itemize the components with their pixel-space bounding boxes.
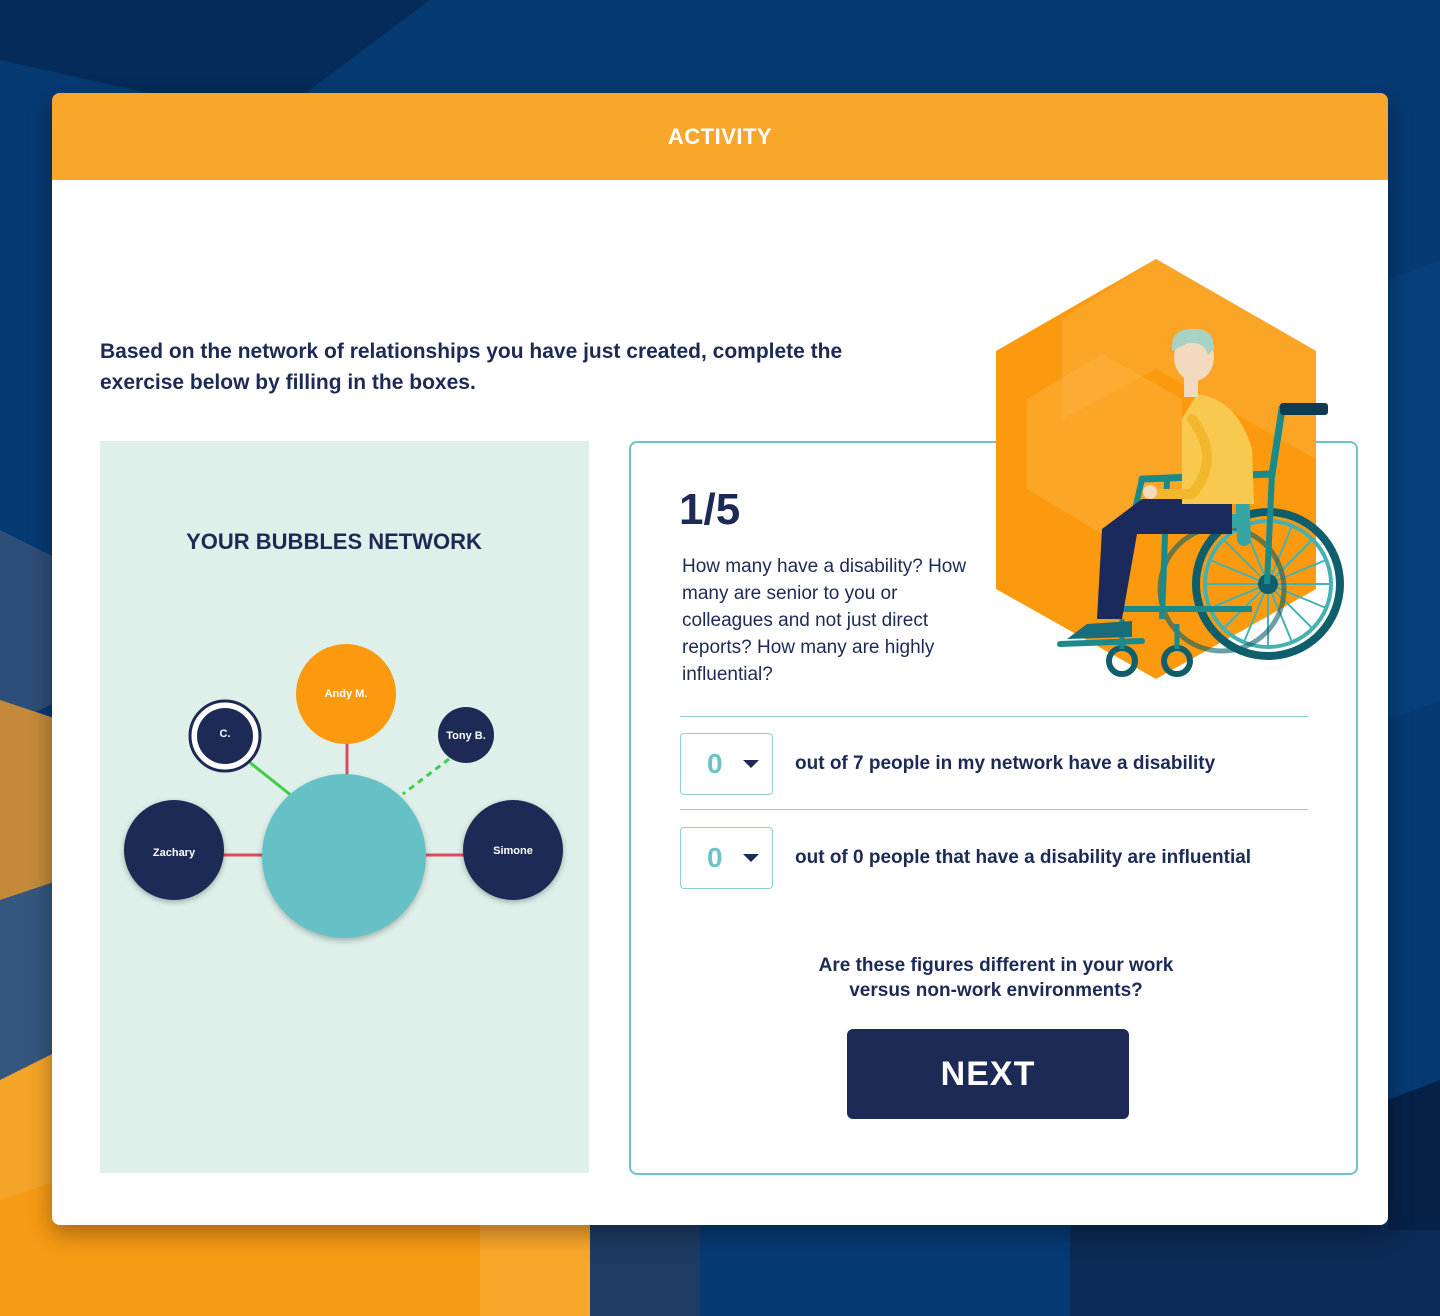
activity-card: ACTIVITY Based on the network of relatio…	[52, 93, 1388, 1225]
next-button[interactable]: NEXT	[847, 1029, 1129, 1119]
node-andy[interactable]: Andy M.	[296, 644, 396, 744]
influential-count-select[interactable]: 0	[680, 827, 773, 889]
influential-count-row: 0 out of 0 people that have a disability…	[680, 825, 1320, 891]
center-node	[262, 774, 426, 938]
node-c-label: C.	[220, 728, 231, 740]
intro-text: Based on the network of relationships yo…	[100, 340, 843, 394]
step-counter: 1/5	[679, 485, 741, 534]
influential-count-text: out of 0 people that have a disability a…	[795, 847, 1252, 868]
connector-c	[247, 759, 293, 798]
caret-down-icon	[743, 854, 759, 862]
disability-count-row: 0 out of 7 people in my network have a d…	[680, 731, 1320, 797]
bubbles-network-panel: YOUR BUBBLES NETWORK Andy M. C. Tony B. …	[100, 441, 589, 1173]
activity-header: ACTIVITY	[52, 93, 1388, 180]
node-zachary-label: Zachary	[153, 847, 196, 859]
caret-down-icon	[743, 760, 759, 768]
disability-count-value: 0	[707, 748, 723, 779]
disability-count-select[interactable]: 0	[680, 733, 773, 795]
connector-tony	[402, 757, 450, 796]
wheelchair-user-illustration	[996, 259, 1344, 679]
node-simone[interactable]: Simone	[463, 800, 563, 900]
network-diagram: Andy M. C. Tony B. Zachary Simone	[124, 644, 563, 938]
activity-header-title: ACTIVITY	[667, 123, 773, 149]
node-c[interactable]: C.	[188, 699, 262, 773]
node-tony-label: Tony B.	[446, 730, 486, 742]
question-text: How many have a disability? How many are…	[682, 556, 967, 685]
node-andy-label: Andy M.	[325, 688, 368, 700]
divider	[680, 809, 1308, 810]
divider	[680, 716, 1308, 717]
influential-count-value: 0	[707, 842, 723, 873]
node-tony[interactable]: Tony B.	[438, 707, 494, 763]
node-simone-label: Simone	[493, 845, 533, 857]
disability-count-text: out of 7 people in my network have a dis…	[795, 753, 1216, 774]
followup-question: Are these figures different in your work…	[818, 955, 1174, 1001]
node-zachary[interactable]: Zachary	[124, 800, 224, 900]
